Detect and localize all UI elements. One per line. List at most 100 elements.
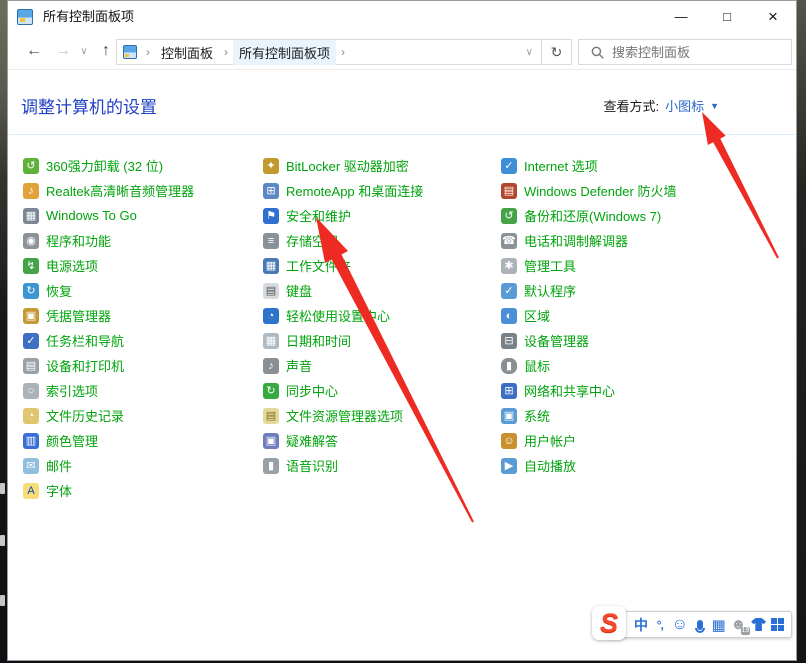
item-label: 电话和调制解调器 (524, 231, 628, 250)
item-label: 文件历史记录 (46, 406, 124, 425)
minimize-button[interactable]: — (658, 1, 704, 32)
control-panel-item[interactable]: ♪ 声音 (263, 353, 501, 378)
control-panel-item[interactable]: A 字体 (23, 478, 261, 503)
title-bar[interactable]: 所有控制面板项 — □ × (8, 1, 796, 32)
default-programs-icon: ✓ (501, 283, 517, 299)
header-divider (9, 134, 795, 135)
internet-options-icon: ✓ (501, 158, 517, 174)
file-explorer-options-icon: ▤ (263, 408, 279, 424)
user-accounts-icon: ☺ (501, 433, 517, 449)
ime-account-icon[interactable]: ☻ 19 (731, 616, 747, 633)
breadcrumb-all-control-panel-items[interactable]: 所有控制面板项 (233, 40, 336, 65)
control-panel-item[interactable]: ▣ 系统 (501, 403, 739, 428)
navigation-toolbar: ← → ∨ ↑ › 控制面板 › 所有控制面板项 › ∨ ↻ (8, 32, 796, 70)
defender-firewall-icon: ▤ (501, 183, 517, 199)
control-panel-item[interactable]: ⊞ RemoteApp 和桌面连接 (263, 178, 501, 203)
control-panel-item[interactable]: ✓ Internet 选项 (501, 153, 739, 178)
control-panel-item[interactable]: ▶ 自动播放 (501, 453, 739, 478)
sync-center-icon: ↻ (263, 383, 279, 399)
search-input[interactable] (612, 45, 788, 60)
ime-soft-keyboard-icon[interactable]: ▦ (712, 616, 726, 634)
control-panel-item[interactable]: ✉ 邮件 (23, 453, 261, 478)
control-panel-item[interactable]: ↻ 同步中心 (263, 378, 501, 403)
item-label: 日期和时间 (286, 331, 351, 350)
microphone-stand (695, 628, 705, 633)
control-panel-item[interactable]: ≡ 存储空间 (263, 228, 501, 253)
control-panel-item[interactable]: ⊞ 网络和共享中心 (501, 378, 739, 403)
control-panel-item[interactable]: ✱ 管理工具 (501, 253, 739, 278)
item-label: 轻松使用设置中心 (286, 306, 390, 325)
window-controls: — □ × (658, 1, 796, 32)
control-panel-item[interactable]: ▤ 文件资源管理器选项 (263, 403, 501, 428)
control-panel-item[interactable]: ▤ 键盘 (263, 278, 501, 303)
search-box[interactable] (578, 39, 792, 65)
breadcrumb-separator-icon: › (336, 45, 350, 59)
view-by-value[interactable]: 小图标 (665, 96, 704, 115)
ime-toolbox-icon[interactable] (771, 618, 785, 631)
control-panel-item[interactable]: ▦ Windows To Go (23, 203, 261, 228)
address-dropdown-icon[interactable]: ∨ (518, 47, 541, 58)
sogou-logo[interactable]: S (592, 606, 626, 640)
chevron-down-icon[interactable]: ▼ (710, 101, 719, 111)
control-panel-item[interactable]: ↯ 电源选项 (23, 253, 261, 278)
control-panel-item[interactable]: ☎ 电话和调制解调器 (501, 228, 739, 253)
network-sharing-center-icon: ⊞ (501, 383, 517, 399)
control-panel-item[interactable]: ↻ 恢复 (23, 278, 261, 303)
control-panel-item[interactable]: ⊟ 设备管理器 (501, 328, 739, 353)
control-panel-item[interactable]: ▣ 凭据管理器 (23, 303, 261, 328)
items-column-1: ↺ 360强力卸载 (32 位) ♪ Realtek高清晰音频管理器 ▦ Win… (23, 153, 261, 503)
back-icon[interactable]: ← (20, 38, 48, 64)
administrative-tools-icon: ✱ (501, 258, 517, 274)
control-panel-item[interactable]: ↺ 备份和还原(Windows 7) (501, 203, 739, 228)
fonts-icon: A (23, 483, 39, 499)
up-icon[interactable]: ↑ (94, 38, 118, 64)
ime-emoji-icon[interactable]: ☺ (672, 616, 688, 634)
item-label: 设备管理器 (524, 331, 589, 350)
credential-manager-icon: ▣ (23, 308, 39, 324)
control-panel-item[interactable]: ✦ BitLocker 驱动器加密 (263, 153, 501, 178)
control-panel-item[interactable]: ○ 索引选项 (23, 378, 261, 403)
tshirt-icon (751, 618, 766, 631)
work-folders-icon: ▦ (263, 258, 279, 274)
control-panel-item[interactable]: ▣ 疑难解答 (263, 428, 501, 453)
ime-microphone-icon[interactable] (693, 620, 707, 630)
ime-chinese-mode-toggle[interactable]: 中 (634, 615, 648, 635)
desktop-icon-label-fragment (0, 595, 5, 606)
control-panel-item[interactable]: ♪ Realtek高清晰音频管理器 (23, 178, 261, 203)
breadcrumb-separator-icon: › (219, 45, 233, 59)
breadcrumb-separator-icon: › (141, 45, 155, 59)
item-label: Windows To Go (46, 208, 137, 223)
recovery-icon: ↻ (23, 283, 39, 299)
maximize-button[interactable]: □ (704, 1, 750, 32)
control-panel-item[interactable]: ▮ 鼠标 (501, 353, 739, 378)
control-panel-item[interactable]: ▥ 颜色管理 (23, 428, 261, 453)
control-panel-item[interactable]: ☺ 用户帐户 (501, 428, 739, 453)
desktop-icon-label-fragment (0, 535, 5, 546)
control-panel-item[interactable]: ◐ 区域 (501, 303, 739, 328)
control-panel-item[interactable]: ▤ Windows Defender 防火墙 (501, 178, 739, 203)
item-label: 任务栏和导航 (46, 331, 124, 350)
ime-punctuation-toggle[interactable]: °, (653, 618, 667, 632)
ime-skin-icon[interactable] (751, 618, 766, 631)
breadcrumb-control-panel[interactable]: 控制面板 (155, 40, 219, 65)
address-bar[interactable]: › 控制面板 › 所有控制面板项 › ∨ ↻ (116, 39, 572, 65)
keyboard-icon: ▤ (263, 283, 279, 299)
control-panel-item[interactable]: ⚑ 安全和维护 (263, 203, 501, 228)
control-panel-item[interactable]: ▦ 日期和时间 (263, 328, 501, 353)
refresh-icon[interactable]: ↻ (541, 39, 571, 65)
control-panel-item[interactable]: ↺ 360强力卸载 (32 位) (23, 153, 261, 178)
control-panel-item[interactable]: ▤ 设备和打印机 (23, 353, 261, 378)
control-panel-item[interactable]: ▦ 工作文件夹 (263, 253, 501, 278)
items-column-3: ✓ Internet 选项 ▤ Windows Defender 防火墙 ↺ 备… (501, 153, 739, 478)
control-panel-item[interactable]: ✓ 任务栏和导航 (23, 328, 261, 353)
control-panel-item[interactable]: ◉ 程序和功能 (23, 228, 261, 253)
item-label: 设备和打印机 (46, 356, 124, 375)
close-button[interactable]: × (750, 1, 796, 32)
control-panel-item[interactable]: ◔ 文件历史记录 (23, 403, 261, 428)
history-dropdown-icon[interactable]: ∨ (76, 38, 92, 64)
item-label: 凭据管理器 (46, 306, 111, 325)
control-panel-item[interactable]: ◔ 轻松使用设置中心 (263, 303, 501, 328)
control-panel-item[interactable]: ▮ 语音识别 (263, 453, 501, 478)
window-title: 所有控制面板项 (43, 1, 134, 32)
control-panel-item[interactable]: ✓ 默认程序 (501, 278, 739, 303)
